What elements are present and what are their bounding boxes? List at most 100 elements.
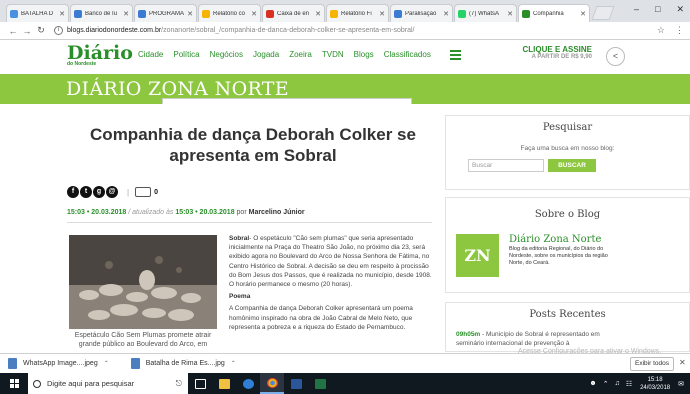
post-time: 09h05m (456, 331, 481, 338)
share-icon[interactable]: < (606, 47, 625, 66)
image-file-icon (8, 358, 17, 369)
tab-close-icon[interactable]: ✕ (443, 10, 449, 18)
nav-item-zoeira[interactable]: Zoeira (289, 50, 312, 59)
search-label: Faça uma busca em nosso blog: (520, 145, 615, 152)
network-icon[interactable]: ☷ (626, 380, 632, 388)
nav-item-tvdn[interactable]: TVDN (322, 50, 344, 59)
author-name[interactable]: Marcelino Júnior (249, 209, 305, 216)
nav-item-blogs[interactable]: Blogs (354, 50, 374, 59)
email-icon[interactable]: @ (106, 186, 118, 198)
hamburger-menu-icon[interactable] (450, 50, 461, 62)
browser-tab[interactable]: PROGRAMA ✕ (134, 4, 197, 22)
microphone-icon[interactable]: ⎋ (176, 379, 182, 389)
tab-label: Companhia (533, 10, 564, 17)
cta-line1: CLIQUE E ASSINE (522, 45, 593, 54)
browser-tab[interactable]: Relatório co ✕ (198, 4, 261, 22)
browser-tab[interactable]: Caixa de en ✕ (262, 4, 325, 22)
divider-line (67, 222, 432, 223)
address-bar: ← → ↻ i blogs.diariodonordeste.com.br/zo… (0, 22, 690, 40)
comment-icon[interactable] (135, 187, 152, 197)
browser-tab-strip: BATALHA D ✕ Banco de Iu ✕ PROGRAMA ✕ Relatório… (0, 0, 690, 22)
main-nav: Cidade Política Negócios Jogada Zoeira T… (138, 50, 441, 59)
download-item[interactable]: WhatsApp Image....jpeg ⌃ (8, 358, 109, 369)
google-plus-icon[interactable]: g (93, 186, 105, 198)
search-input[interactable]: Buscar (468, 159, 544, 172)
volume-icon[interactable]: ♫ (615, 380, 620, 387)
forward-icon[interactable]: → (20, 26, 34, 36)
nav-item-jogada[interactable]: Jogada (253, 50, 279, 59)
clock[interactable]: 15:18 24/03/2018 (640, 376, 670, 392)
browser-tab[interactable]: Banco de Iu ✕ (70, 4, 133, 22)
info-icon[interactable]: i (54, 26, 63, 35)
browser-tab[interactable]: Companhia ✕ (518, 4, 590, 22)
nav-item-classificados[interactable]: Classificados (384, 50, 431, 59)
tab-close-icon[interactable]: ✕ (379, 10, 385, 18)
site-logo[interactable]: Diário do Nordeste (67, 42, 133, 68)
recent-post-item[interactable]: 09h05m - Município de Sobral é represent… (456, 330, 606, 348)
tab-close-icon[interactable]: ✕ (507, 10, 513, 18)
nav-item-negocios[interactable]: Negócios (210, 50, 243, 59)
maximize-button[interactable]: □ (655, 4, 660, 15)
tab-close-icon[interactable]: ✕ (251, 10, 257, 18)
tab-label: Caixa de en (277, 10, 310, 17)
tab-close-icon[interactable]: ✕ (59, 10, 65, 18)
zn-logo: ZN (456, 234, 499, 277)
notification-icon[interactable]: ✉ (678, 380, 684, 388)
file-explorer-icon[interactable] (212, 373, 236, 394)
chrome-icon[interactable] (260, 373, 284, 394)
by-label: por (234, 209, 249, 216)
browser-tab[interactable]: Relatório Fi ✕ (326, 4, 389, 22)
tab-close-icon[interactable]: ✕ (315, 10, 321, 18)
search-widget-title: Pesquisar (542, 122, 593, 133)
chevron-up-icon[interactable]: ⌃ (603, 380, 609, 388)
tab-close-icon[interactable]: ✕ (187, 10, 193, 18)
tab-favicon-icon (74, 9, 82, 18)
bookmark-star-icon[interactable]: ☆ (657, 25, 665, 36)
tab-favicon-icon (138, 9, 146, 18)
logo-title: Diário (67, 42, 133, 64)
updated-label: / atualizado às (126, 209, 176, 216)
taskbar-search-input[interactable]: Digite aqui para pesquisar ⎋ (28, 373, 188, 394)
back-icon[interactable]: ← (6, 26, 20, 36)
url-input[interactable]: i blogs.diariodonordeste.com.br/zonanort… (54, 24, 657, 38)
dancers-image (69, 235, 217, 329)
taskbar-search-placeholder: Digite aqui para pesquisar (47, 379, 135, 388)
start-button[interactable] (0, 373, 28, 394)
tab-favicon-icon (10, 9, 18, 18)
publish-date: 15:03 • 20.03.2018 (67, 209, 127, 216)
search-button[interactable]: BUSCAR (548, 159, 596, 172)
article-photo[interactable] (69, 235, 217, 329)
task-view-icon[interactable] (188, 373, 212, 394)
person-icon[interactable]: ☻ (589, 380, 596, 387)
download-filename: Batalha de Rima Es....jpg (145, 360, 225, 367)
facebook-icon[interactable]: f (67, 186, 79, 198)
minimize-button[interactable]: – (634, 4, 639, 15)
menu-icon[interactable]: ⋮ (675, 25, 684, 36)
chevron-up-icon[interactable]: ⌃ (104, 360, 109, 367)
paragraph-1: Sobral- O espetáculo "Cão sem plumas" qu… (229, 234, 434, 289)
tab-label: BATALHA D (21, 10, 54, 17)
download-item[interactable]: Batalha de Rima Es....jpg ⌃ (130, 358, 236, 369)
close-window-button[interactable]: ✕ (676, 4, 684, 15)
tab-close-icon[interactable]: ✕ (580, 10, 586, 18)
nav-item-politica[interactable]: Política (173, 50, 199, 59)
chevron-up-icon[interactable]: ⌃ (231, 360, 236, 367)
show-all-downloads-button[interactable]: Exibir todos (630, 357, 674, 371)
subscribe-cta[interactable]: CLIQUE E ASSINE A PARTIR DE R$ 9,90 (520, 45, 593, 60)
about-blog-name[interactable]: Diário Zona Norte (509, 234, 601, 245)
twitter-icon[interactable]: t (80, 186, 92, 198)
word-icon[interactable] (284, 373, 308, 394)
new-tab-button[interactable] (591, 6, 615, 20)
browser-tab[interactable]: Paralisação ✕ (390, 4, 453, 22)
window-controls: – □ ✕ (634, 4, 684, 15)
browser-tab[interactable]: (7) WhatsA ✕ (454, 4, 517, 22)
close-icon[interactable]: ✕ (679, 358, 686, 367)
image-file-icon (130, 358, 140, 369)
recent-posts-title: Posts Recentes (529, 309, 606, 320)
nav-item-cidade[interactable]: Cidade (138, 50, 163, 59)
reload-icon[interactable]: ↻ (34, 25, 48, 36)
edge-icon[interactable] (236, 373, 260, 394)
tab-close-icon[interactable]: ✕ (123, 10, 129, 18)
browser-tab[interactable]: BATALHA D ✕ (6, 4, 69, 22)
excel-icon[interactable] (308, 373, 332, 394)
